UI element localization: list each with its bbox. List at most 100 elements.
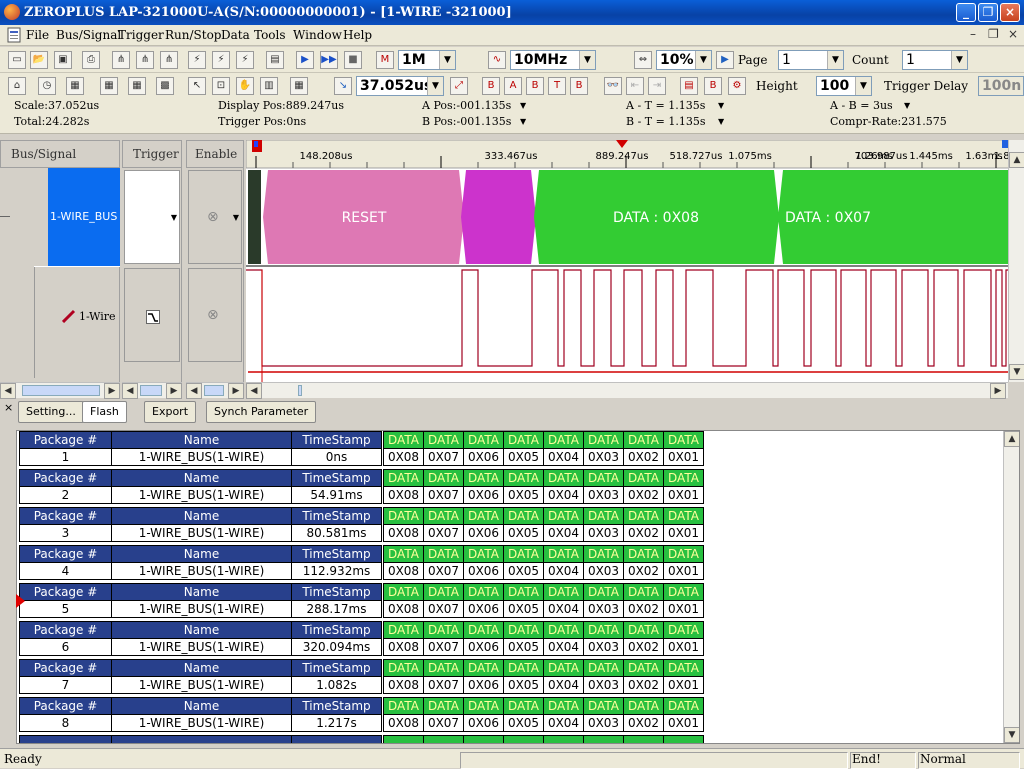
maximize-button[interactable]: ❐ [978,3,998,22]
presence-block[interactable] [461,170,536,264]
sample-rate-select[interactable]: 10MHz ▼ [510,50,596,70]
b-t-dropdown-icon[interactable]: ▼ [718,117,724,126]
signal-trigger-setting[interactable] [124,268,180,362]
close-button[interactable]: × [1000,3,1020,22]
page-setup-icon[interactable]: ▤ [266,51,284,69]
cursor-icon[interactable]: ↖ [188,77,206,95]
menu-bus-signal[interactable]: Bus/Signal [56,28,121,42]
search-next-icon[interactable]: ⇥ [648,77,666,95]
signal-tool-icon-3[interactable]: ⋔ [160,51,178,69]
bus-enable-toggle[interactable]: ⊗ ▼ [188,170,242,264]
trigger-hscroll[interactable]: ◀ ▶ [122,382,182,399]
document-icon[interactable] [6,27,22,43]
menu-trigger[interactable]: Trigger [118,28,164,42]
menu-help[interactable]: Help [343,28,372,42]
signal-tool-icon-1[interactable]: ⋔ [112,51,130,69]
signal-channel-label[interactable]: 1-Wire [79,310,116,323]
packet-list-vscroll[interactable]: ▲ ▼ [1003,431,1019,743]
clock-icon[interactable]: ◷ [38,77,56,95]
scroll-thumb[interactable] [22,385,100,396]
bus-decode-icon[interactable]: ▤ [680,77,698,95]
mdi-close-icon[interactable]: × [1008,27,1018,41]
synch-parameter-button[interactable]: Synch Parameter [206,401,317,423]
signal-tool-icon-2[interactable]: ⋔ [136,51,154,69]
export-button[interactable]: Export [144,401,197,423]
a-t-dropdown-icon[interactable]: ▼ [718,101,724,110]
scroll-left-icon[interactable]: ◀ [0,383,16,399]
scroll-down-icon[interactable]: ▼ [1009,364,1024,380]
menu-window[interactable]: Window [293,28,342,42]
zoom-area-icon[interactable]: ▦ [290,77,308,95]
run-repeat-icon[interactable]: ▶▶ [320,51,338,69]
flash-button[interactable]: Flash [82,401,127,423]
chip-icon[interactable]: ▩ [156,77,174,95]
bus-setting-icon[interactable]: B [704,77,722,95]
setting-button[interactable]: Setting... [18,401,84,423]
trigger-tool-icon-2[interactable]: ⚡ [212,51,230,69]
trigger-tool-icon-1[interactable]: ⚡ [188,51,206,69]
window-tool-icon[interactable]: ▦ [66,77,84,95]
run-icon[interactable]: ▶ [296,51,314,69]
hand-icon[interactable]: ✋ [236,77,254,95]
scroll-right-icon[interactable]: ▶ [990,383,1006,399]
mdi-minimize-icon[interactable]: – [970,27,976,41]
menu-tools[interactable]: Tools [254,28,286,42]
scroll-up-icon[interactable]: ▲ [1009,152,1024,168]
panel-close-icon[interactable]: × [4,401,13,414]
cursor-select-icon[interactable]: ⊡ [212,77,230,95]
search-prev-icon[interactable]: ⇤ [626,77,644,95]
bus-icon-2[interactable]: A [504,77,522,95]
scale-select[interactable]: 37.052us ▼ [356,76,444,96]
waveform-hscroll[interactable]: ◀ ▶ [246,382,1008,399]
trigger-tool-icon-3[interactable]: ⚡ [236,51,254,69]
print-icon[interactable]: ⎙ [82,51,100,69]
scroll-thumb[interactable] [140,385,162,396]
signal-enable-toggle[interactable]: ⊗ [188,268,242,362]
menu-data[interactable]: Data [221,28,250,42]
waveform-display[interactable]: 148.208us 333.467us 518.727us 703.987us … [246,140,1024,382]
signal-hscroll[interactable]: ◀ ▶ [0,382,120,399]
mdi-restore-icon[interactable]: ❐ [988,27,999,41]
waveform-vscroll[interactable]: ▲ ▼ [1008,140,1024,382]
scroll-left-icon[interactable]: ◀ [186,383,202,399]
b-pos-dropdown-icon[interactable]: ▼ [520,117,526,126]
packet-list[interactable]: Package #1 Name 1-WIRE_BUS(1-WIRE) TimeStam… [16,430,1020,744]
a-pos-dropdown-icon[interactable]: ▼ [520,101,526,110]
new-file-icon[interactable]: ▭ [8,51,26,69]
signal-setting-icon[interactable]: ⚙ [728,77,746,95]
scroll-right-icon[interactable]: ▶ [104,383,120,399]
scroll-left-icon[interactable]: ◀ [122,383,138,399]
measure-icon[interactable]: ▥ [260,77,278,95]
scroll-up-icon[interactable]: ▲ [1004,431,1019,447]
height-select[interactable]: 100 ▼ [816,76,872,96]
home-icon[interactable]: ⌂ [8,77,26,95]
save-icon[interactable]: ▣ [54,51,72,69]
grid-tool-icon-2[interactable]: ▦ [128,77,146,95]
scroll-right-icon[interactable]: ▶ [228,383,244,399]
a-b-dropdown-icon[interactable]: ▼ [904,101,910,110]
zoom-fit-icon[interactable]: ⤢ [450,77,468,95]
bus-icon-5[interactable]: B [570,77,588,95]
grid-tool-icon-1[interactable]: ▦ [100,77,118,95]
scroll-thumb[interactable] [204,385,224,396]
bus-channel-label[interactable]: 1-WIRE_BUS [48,168,120,266]
scroll-right-icon[interactable]: ▶ [166,383,182,399]
trigger-position-select[interactable]: 10% ▼ [656,50,712,70]
bus-trigger-setting[interactable]: ▼ [124,170,180,264]
scroll-down-icon[interactable]: ▼ [1004,727,1019,743]
enable-hscroll[interactable]: ◀ ▶ [186,382,244,399]
minimize-button[interactable]: _ [956,3,976,22]
trigger-delay-input[interactable]: 100n [978,76,1024,96]
bus-icon-3[interactable]: B [526,77,544,95]
binoculars-icon[interactable]: 👓 [604,77,622,95]
page-select[interactable]: 1 ▼ [778,50,844,70]
count-select[interactable]: 1 ▼ [902,50,968,70]
stop-icon[interactable]: ■ [344,51,362,69]
menu-run-stop[interactable]: Run/Stop [165,28,221,42]
bus-icon-4[interactable]: T [548,77,566,95]
menu-file[interactable]: File [26,28,49,42]
scroll-left-icon[interactable]: ◀ [246,383,262,399]
memory-depth-select[interactable]: 1M ▼ [398,50,456,70]
open-folder-icon[interactable]: 📂 [30,51,48,69]
scroll-thumb[interactable] [298,385,302,396]
